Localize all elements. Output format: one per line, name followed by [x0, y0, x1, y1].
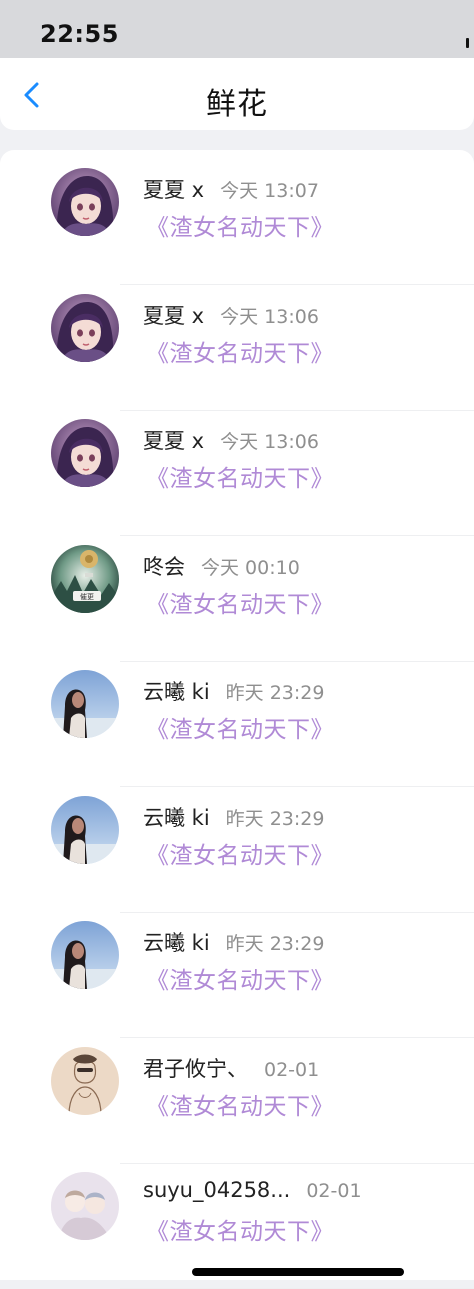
- user-avatar[interactable]: [51, 1172, 119, 1240]
- timestamp: 02-01: [306, 1180, 362, 1202]
- timestamp: 今天 00:10: [201, 556, 300, 579]
- user-avatar[interactable]: [51, 419, 119, 487]
- flower-record-list[interactable]: 夏夏 x 今天 13:07 《渣女名动天下》 夏夏 x 今天 13:06 《渣女名动天下…: [0, 150, 474, 1289]
- book-title-link[interactable]: 《渣女名动天下》: [146, 459, 334, 493]
- book-title-link[interactable]: 《渣女名动天下》: [146, 1087, 334, 1121]
- row-header: 夏夏 x 今天 13:06: [143, 425, 319, 455]
- username[interactable]: 君子攸宁、: [143, 1057, 248, 1081]
- book-title-link[interactable]: 《渣女名动天下》: [146, 334, 334, 368]
- row-header: 夏夏 x 今天 13:06: [143, 300, 319, 330]
- timestamp: 昨天 23:29: [225, 933, 325, 955]
- user-avatar[interactable]: [51, 670, 119, 738]
- avatar-badge-text: 催更: [80, 592, 94, 601]
- flower-record-row[interactable]: 云曦 ki 昨天 23:29 《渣女名动天下》: [0, 662, 474, 787]
- username[interactable]: 夏夏 x: [143, 429, 204, 453]
- book-title-link[interactable]: 《渣女名动天下》: [146, 585, 334, 619]
- username[interactable]: 咚会: [143, 555, 185, 579]
- user-avatar[interactable]: [51, 168, 119, 236]
- flower-record-row[interactable]: 夏夏 x 今天 13:06 《渣女名动天下》: [0, 286, 474, 411]
- username[interactable]: suyu_04258...: [143, 1178, 290, 1202]
- home-indicator[interactable]: [192, 1268, 404, 1276]
- timestamp: 今天 13:07: [220, 180, 319, 202]
- book-title-link[interactable]: 《渣女名动天下》: [146, 836, 334, 870]
- user-avatar[interactable]: [51, 795, 119, 864]
- username[interactable]: 夏夏 x: [143, 304, 204, 328]
- flower-record-row[interactable]: 夏夏 x 今天 13:06 《渣女名动天下》: [0, 411, 474, 536]
- book-title-link[interactable]: 《渣女名动天下》: [146, 208, 334, 242]
- user-avatar[interactable]: [51, 921, 119, 989]
- flower-record-row[interactable]: 夏夏 x 今天 13:07 《渣女名动天下》: [0, 160, 474, 285]
- timestamp: 昨天 23:29: [225, 807, 325, 830]
- user-avatar[interactable]: 催更: [51, 544, 119, 613]
- row-header: 云曦 ki 昨天 23:29: [143, 927, 324, 957]
- username[interactable]: 云曦 ki: [143, 931, 210, 955]
- row-header: 云曦 ki 昨天 23:29: [143, 676, 324, 706]
- timestamp: 今天 13:06: [220, 431, 319, 453]
- status-time: 22:55: [40, 20, 119, 48]
- row-header: 咚会 今天 00:10: [143, 551, 300, 581]
- flower-record-row[interactable]: 君子攸宁、 02-01 《渣女名动天下》: [0, 1039, 474, 1164]
- row-header: 君子攸宁、 02-01: [143, 1053, 319, 1083]
- user-avatar[interactable]: [51, 293, 119, 362]
- flower-record-row[interactable]: 云曦 ki 昨天 23:29 《渣女名动天下》: [0, 913, 474, 1038]
- book-title-link[interactable]: 《渣女名动天下》: [146, 710, 334, 744]
- row-header: suyu_04258... 02-01: [143, 1178, 362, 1202]
- signal-icon: [466, 30, 474, 48]
- row-header: 云曦 ki 昨天 23:29: [143, 802, 324, 832]
- flower-record-row[interactable]: 催更 咚会 今天 00:10 《渣女名动天下》: [0, 537, 474, 662]
- row-header: 夏夏 x 今天 13:07: [143, 174, 319, 204]
- username[interactable]: 夏夏 x: [143, 178, 204, 202]
- nav-header: 鲜花: [0, 58, 474, 130]
- username[interactable]: 云曦 ki: [143, 680, 210, 704]
- user-avatar[interactable]: [51, 1046, 119, 1115]
- username[interactable]: 云曦 ki: [143, 806, 210, 830]
- timestamp: 今天 13:06: [220, 305, 319, 328]
- timestamp: 昨天 23:29: [225, 682, 325, 704]
- page-title: 鲜花: [206, 87, 268, 122]
- flower-record-row[interactable]: 云曦 ki 昨天 23:29 《渣女名动天下》: [0, 788, 474, 913]
- timestamp: 02-01: [264, 1058, 320, 1081]
- book-title-link[interactable]: 《渣女名动天下》: [146, 1212, 334, 1246]
- book-title-link[interactable]: 《渣女名动天下》: [146, 961, 334, 995]
- status-bar: 22:55: [0, 0, 474, 58]
